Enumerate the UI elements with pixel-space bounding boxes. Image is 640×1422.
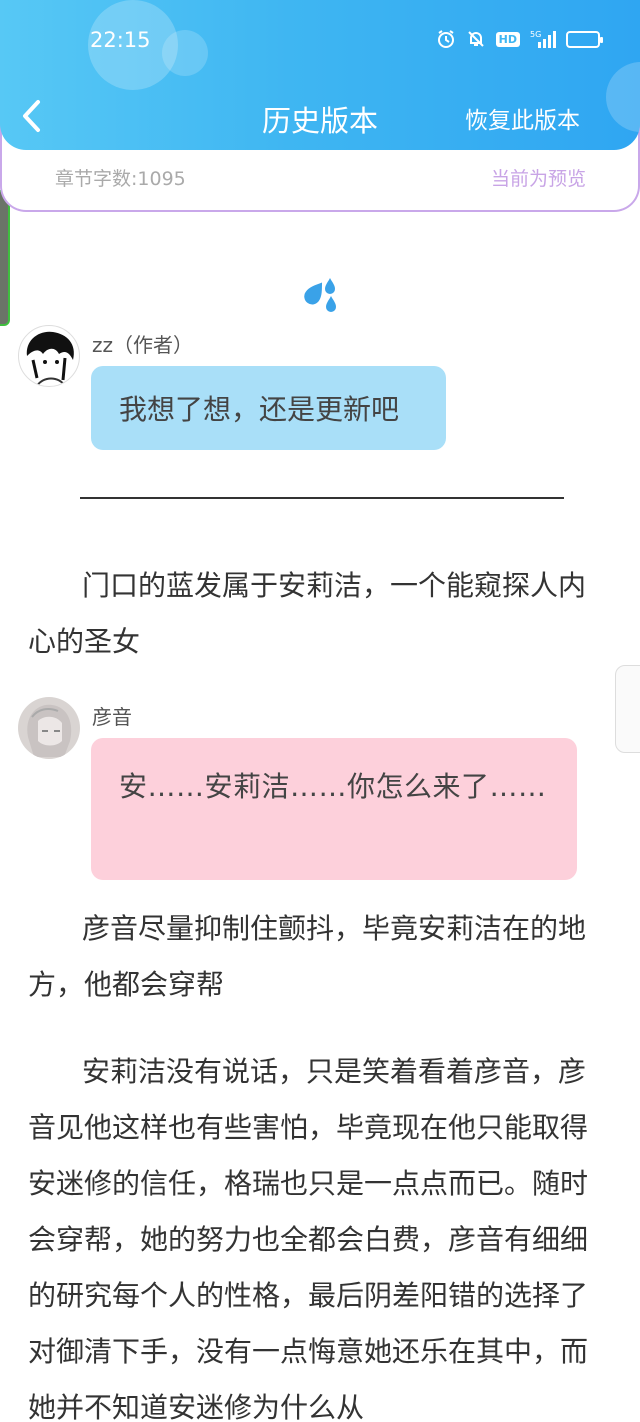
decorative-bubble [606,62,640,132]
character-name: 彦音 [92,705,132,729]
battery-icon [566,30,603,48]
mute-icon [466,29,486,49]
author-name: zz（作者） [92,333,193,357]
svg-text:5G: 5G [530,30,541,39]
chapter-word-count: 章节字数:1095 [55,168,186,190]
water-drops-icon [300,276,340,318]
decorative-bubble [162,30,208,76]
status-icons: HD 5G [436,29,603,49]
signal-5g-icon: 5G [530,29,556,49]
top-header: 22:15 HD 5G 历史版本 恢复此版本 [0,0,640,150]
back-button[interactable] [20,96,50,136]
story-paragraph: 安莉洁没有说话，只是笑着看着彦音，彦音见他这样也有些害怕，毕竟现在他只能取得安迷… [28,1055,589,1422]
story-paragraph: 彦音尽量抑制住颤抖，毕竟安莉洁在的地方，他都会穿帮 [28,912,587,1001]
chevron-left-icon [23,100,40,132]
preview-status-label: 当前为预览 [490,168,586,190]
section-divider [80,497,564,499]
author-message-bubble: 我想了想，还是更新吧 [91,366,446,450]
hd-icon: HD [495,31,520,47]
side-panel-handle[interactable] [615,665,640,753]
status-time: 22:15 [90,28,151,52]
story-paragraph: 门口的蓝发属于安莉洁，一个能窥探人内心的圣女 [28,569,587,658]
character-message-bubble: 安……安莉洁……你怎么来了…… [91,738,577,880]
restore-version-button[interactable]: 恢复此版本 [465,101,580,135]
author-avatar[interactable] [18,325,80,387]
side-drag-handle[interactable] [0,190,10,326]
character-avatar[interactable] [18,697,80,759]
alarm-icon [436,29,456,49]
